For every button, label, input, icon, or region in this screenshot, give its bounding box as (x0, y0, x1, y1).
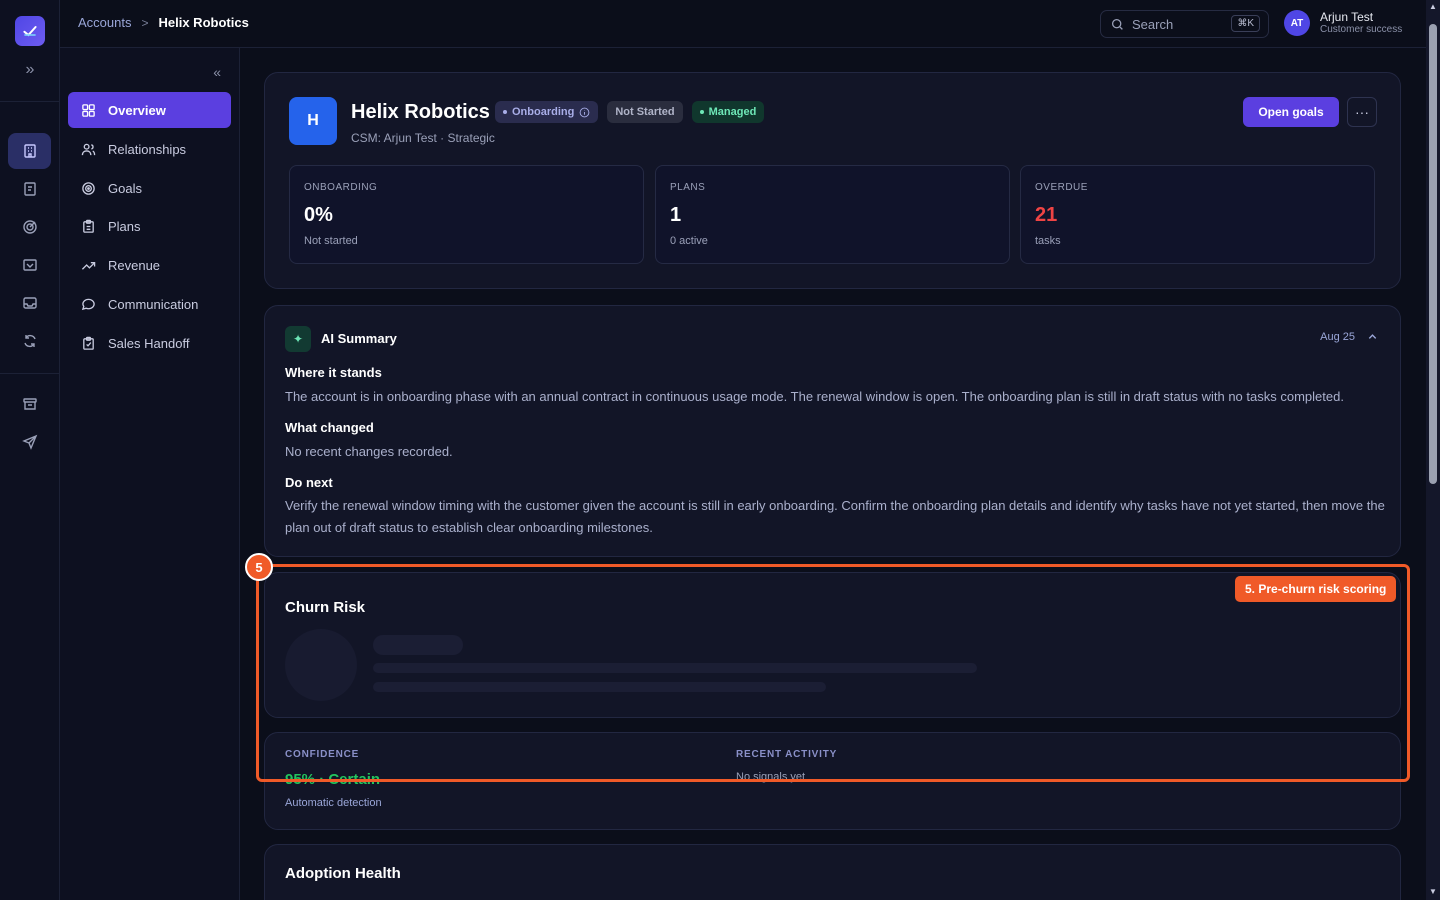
scroll-down-icon[interactable]: ▼ (1429, 888, 1437, 896)
scroll-up-icon[interactable]: ▲ (1429, 3, 1437, 11)
account-name: Helix Robotics (351, 101, 490, 123)
more-icon: ··· (1355, 104, 1369, 120)
collapse-sidebar-icon[interactable]: « (213, 64, 221, 80)
stat-value: 1 (670, 204, 682, 226)
grid-icon (82, 103, 95, 117)
dot-icon (699, 110, 704, 114)
summary-heading: What changed (285, 420, 374, 435)
ai-summary-card: ✦ AI Summary Aug 25 Where it stands The … (264, 305, 1401, 557)
check-logo-icon[interactable] (15, 16, 45, 46)
summary-text: No recent changes recorded. (285, 444, 453, 459)
sidebar-item-overview[interactable]: Overview (68, 92, 231, 128)
inbox-icon[interactable] (8, 285, 51, 321)
handshake-icon[interactable] (8, 247, 51, 283)
clipboard-check-icon (83, 336, 94, 350)
avatar: AT (1284, 10, 1310, 36)
adoption-health-card: Adoption Health (264, 844, 1401, 900)
search-placeholder: Search (1132, 16, 1174, 32)
adoption-health-title: Adoption Health (285, 865, 401, 882)
ai-summary-date: Aug 25 (1320, 331, 1355, 343)
sparkle-icon: ✦ (285, 326, 311, 352)
stat-value: 21 (1035, 204, 1058, 226)
ai-summary-title: AI Summary (321, 331, 397, 346)
top-bar: Accounts > Helix Robotics Search ⌘K AT A… (60, 0, 1426, 48)
target-icon (82, 181, 95, 195)
send-icon[interactable] (8, 424, 51, 460)
stat-onboarding: ONBOARDING 0% Not started (289, 165, 644, 264)
sidebar-item-label: Goals (108, 180, 142, 196)
stat-plans: PLANS 1 0 active (655, 165, 1010, 264)
sidebar-item-label: Revenue (108, 257, 161, 273)
sidebar-item-revenue[interactable]: Revenue (68, 247, 231, 283)
open-goals-button[interactable]: Open goals (1243, 97, 1339, 127)
archive-icon[interactable] (8, 386, 51, 422)
sidebar-item-label: Relationships (108, 141, 187, 157)
rail-divider (0, 101, 60, 102)
phase-badge-label: Onboarding (512, 106, 575, 118)
more-options-button[interactable]: ··· (1347, 97, 1377, 127)
type-badge: Managed (691, 101, 765, 123)
rail-divider (0, 373, 60, 374)
highlight-tag: 5. Pre-churn risk scoring (1235, 576, 1397, 602)
account-logo: H (289, 97, 337, 145)
users-icon (81, 143, 96, 155)
expand-icon[interactable]: » (22, 62, 38, 78)
stat-overdue: OVERDUE 21 tasks (1020, 165, 1375, 264)
status-badge-label: Not Started (615, 106, 675, 118)
summary-text: Verify the renewal window timing with th… (285, 498, 1385, 535)
stat-label: OVERDUE (1035, 182, 1088, 193)
breadcrumb-accounts[interactable]: Accounts (78, 15, 131, 30)
summary-text: The account is in onboarding phase with … (285, 389, 1344, 404)
breadcrumb-separator: > (141, 15, 149, 30)
sidebar-item-plans[interactable]: Plans (68, 208, 231, 244)
type-badge-label: Managed (708, 106, 757, 118)
search-icon (1111, 18, 1123, 30)
account-subtitle: CSM: Arjun Test · Strategic (351, 131, 495, 145)
sidebar-item-communication[interactable]: Communication (68, 286, 231, 322)
clipboard-icon[interactable] (8, 171, 51, 207)
info-icon (579, 107, 590, 117)
highlight-number-badge: 5 (245, 553, 273, 581)
account-badges: Onboarding Not Started Managed (495, 101, 765, 123)
user-menu[interactable]: AT Arjun Test Customer success (1284, 10, 1402, 36)
search-shortcut: ⌘K (1231, 15, 1260, 32)
sidebar-item-goals[interactable]: Goals (68, 170, 231, 206)
chat-icon (81, 298, 95, 310)
stat-sub: tasks (1035, 235, 1061, 247)
sidebar-item-label: Plans (108, 218, 141, 234)
sidebar-item-label: Overview (108, 102, 166, 118)
sidebar-item-label: Communication (108, 296, 199, 312)
ai-summary-toggle[interactable]: Aug 25 (1320, 331, 1378, 343)
search-input[interactable]: Search ⌘K (1100, 10, 1269, 38)
dot-icon (503, 110, 507, 114)
scrollbar-thumb[interactable] (1429, 24, 1437, 484)
stat-label: ONBOARDING (304, 182, 378, 193)
stat-label: PLANS (670, 182, 706, 193)
icon-rail: » (0, 0, 60, 900)
phase-badge[interactable]: Onboarding (495, 101, 599, 123)
stat-sub: 0 active (670, 235, 708, 247)
confidence-sub: Automatic detection (285, 797, 382, 809)
summary-heading: Do next (285, 475, 333, 490)
status-badge: Not Started (607, 101, 683, 123)
building-icon[interactable] (8, 133, 51, 169)
scrollbar[interactable]: ▲ ▼ (1426, 0, 1440, 900)
clipboard-icon (83, 219, 94, 233)
account-sidebar: « Overview Relationships Goals Plans Rev… (60, 48, 240, 900)
sidebar-item-relationships[interactable]: Relationships (68, 131, 231, 167)
breadcrumb: Accounts > Helix Robotics (78, 15, 249, 30)
summary-heading: Where it stands (285, 365, 382, 380)
breadcrumb-current: Helix Robotics (158, 15, 249, 30)
stat-sub: Not started (304, 235, 358, 247)
user-role: Customer success (1320, 24, 1403, 35)
trend-up-icon (81, 261, 96, 270)
user-name: Arjun Test (1320, 10, 1374, 24)
sidebar-item-sales-handoff[interactable]: Sales Handoff (68, 325, 231, 361)
refresh-icon[interactable] (8, 323, 51, 359)
sidebar-item-label: Sales Handoff (108, 335, 190, 351)
account-header-card: H Helix Robotics Onboarding Not Started … (264, 72, 1401, 289)
chevron-up-icon (1368, 334, 1377, 339)
stat-value: 0% (304, 204, 333, 226)
target-icon[interactable] (8, 209, 51, 245)
